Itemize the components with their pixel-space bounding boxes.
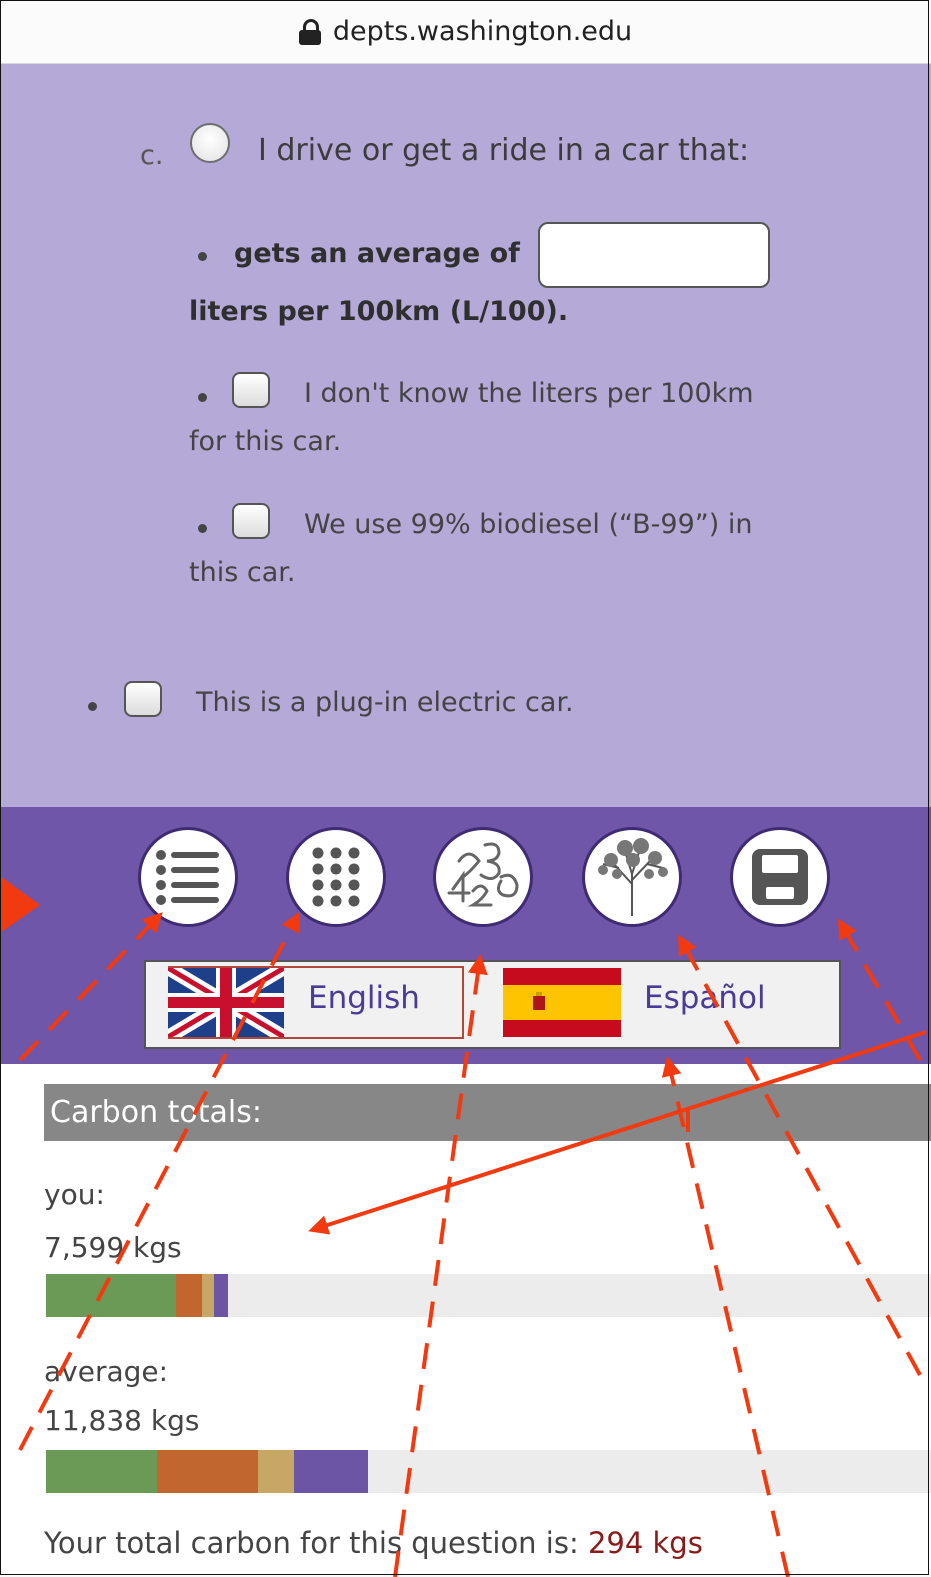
carbon-bar-segment: [176, 1274, 202, 1317]
grid-icon: [312, 847, 360, 907]
average-total: 11,838 kgs: [44, 1404, 200, 1437]
bullet: [198, 252, 207, 261]
tree-button[interactable]: [582, 827, 682, 927]
electric-car-checkbox[interactable]: [124, 681, 162, 717]
dont-know-label-cont: for this car.: [189, 426, 342, 457]
url-bar[interactable]: depts.washington.edu: [0, 0, 931, 64]
carbon-bar-segment: [293, 1450, 369, 1493]
carbon-bar-segment: [46, 1274, 177, 1317]
bullet: [88, 702, 97, 711]
english-label[interactable]: English: [308, 980, 420, 1016]
spanish-label[interactable]: Español: [644, 980, 766, 1016]
tree-icon: [598, 838, 668, 916]
you-total: 7,599 kgs: [44, 1231, 182, 1264]
carbon-bar-segment: [258, 1450, 294, 1493]
question-total-prefix: Your total carbon for this question is:: [44, 1526, 579, 1560]
mpg-input[interactable]: [538, 222, 770, 288]
save-button[interactable]: [730, 827, 830, 927]
bullet: [198, 393, 207, 402]
numbers-icon: [447, 842, 519, 907]
bullet: [198, 524, 207, 533]
biodiesel-label-cont: this car.: [189, 557, 296, 588]
list-icon: [156, 850, 219, 905]
drive-car-label: I drive or get a ride in a car that:: [258, 133, 750, 168]
question-total-value: 294 kgs: [587, 1526, 703, 1560]
grid-button[interactable]: [286, 827, 386, 927]
lock-icon: [298, 18, 321, 45]
carbon-bar-segment: [214, 1274, 229, 1317]
spain-flag-icon[interactable]: [503, 968, 621, 1037]
carbon-bar-segment: [156, 1450, 259, 1493]
carbon-bar-segment: [46, 1450, 157, 1493]
average-carbon-bar: [46, 1450, 931, 1493]
biodiesel-checkbox[interactable]: [232, 503, 270, 539]
you-carbon-bar: [46, 1274, 931, 1317]
dont-know-label: I don't know the liters per 100km: [304, 378, 754, 409]
numbers-button[interactable]: [433, 827, 533, 927]
average-label: average:: [44, 1355, 169, 1388]
save-icon: [752, 849, 808, 905]
dont-know-checkbox[interactable]: [232, 372, 270, 408]
question-letter: c.: [140, 140, 164, 171]
electric-car-label: This is a plug-in electric car.: [196, 687, 574, 718]
list-button[interactable]: [138, 827, 238, 927]
you-label: you:: [44, 1178, 105, 1211]
drive-car-radio[interactable]: [190, 123, 230, 163]
mpg-units-label: liters per 100km (L/100).: [189, 296, 569, 327]
question-total: Your total carbon for this question is: …: [44, 1526, 703, 1560]
uk-flag-icon[interactable]: [168, 968, 284, 1037]
url-text: depts.washington.edu: [332, 16, 633, 47]
biodiesel-label: We use 99% biodiesel (“B-99”) in: [304, 509, 753, 540]
carbon-bar-segment: [201, 1274, 215, 1317]
carbon-totals-header: Carbon totals:: [44, 1084, 931, 1141]
mpg-prefix-label: gets an average of: [234, 238, 520, 269]
